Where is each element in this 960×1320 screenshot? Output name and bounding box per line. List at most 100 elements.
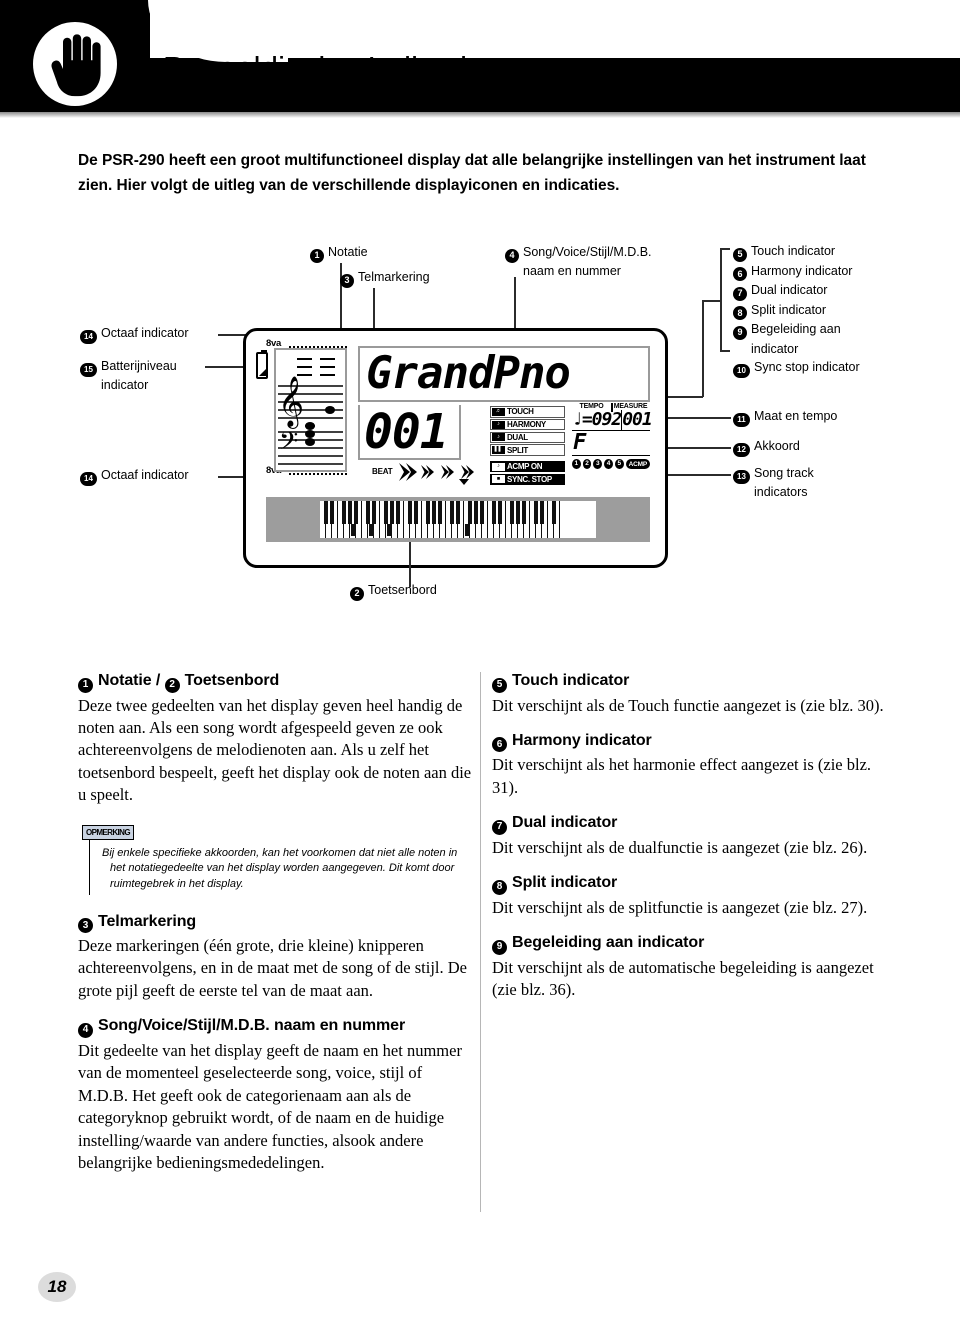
black-key [474,501,478,524]
black-key [468,501,472,524]
bracket-bottom-5-10 [720,350,730,352]
voice-number-text: 001 [364,404,449,460]
black-key [366,501,370,524]
section-harmony-indicator: 6 Harmony indicator Dit verschijnt als he… [492,732,887,799]
black-key [552,501,556,524]
hand-icon-circle [33,22,117,106]
callout-akkoord: 12 Akkoord [733,438,800,457]
section-dual-indicator: 7 Dual indicator Dit verschijnt als de du… [492,814,887,859]
black-key [396,501,400,524]
leader-elbow-h1 [702,300,721,302]
section-number-3: 3 [78,918,93,934]
sync-stop-indicator: ■ SYNC. STOP [490,473,565,486]
section-body: Dit verschijnt als het harmonie effect a… [492,755,872,797]
section-heading: 6 Harmony indicator [492,732,887,753]
section-telmarkering: 3 Telmarkering Deze markeringen (één grot… [78,913,473,1003]
section-body: Dit verschijnt als de dualfunctie is aan… [492,837,868,857]
right-text-column: 5 Touch indicator Dit verschijnt als de T… [492,672,887,1017]
beat-position-marker-icon [459,479,469,485]
dual-indicator: ♪ DUAL [490,431,565,444]
touch-indicator: ♬ TOUCH [490,406,565,418]
callout-number-13: 13 [733,470,750,484]
black-key [432,501,436,524]
list-item: 7 Dual indicator [733,281,860,301]
callout-octaaf-top: 14 Octaaf indicator [80,325,189,344]
callout-number-1: 1 [310,248,324,263]
leader-line-toetsenbord [409,542,411,587]
beat-markers: BEAT [372,461,484,485]
black-key [540,501,544,524]
callout-right-list: 5 Touch indicator 6 Harmony indicator 7 Dua… [733,242,860,378]
intro-paragraph: De PSR-290 heeft een groot multifunction… [78,152,866,195]
callout-number-14-top: 14 [80,330,97,344]
beat-label: BEAT [372,467,393,476]
section-heading: 9 Begeleiding aan indicator [492,934,887,955]
tempo-value: ♩=092 [572,409,622,430]
black-key [438,501,442,524]
section-split-indicator: 8 Split indicator Dit verschijnt als de s… [492,874,887,919]
harmony-indicator-label: HARMONY [507,420,546,430]
note-callout: OPMERKING Bij enkele specifieke akkoorde… [82,822,473,895]
callout-number-7: 7 [733,286,747,301]
black-key [534,501,538,524]
note-body: Bij enkele specifieke akkoorden, kan het… [89,839,473,895]
measure-value: 001 [621,409,653,430]
keyboard-graphic [320,501,596,538]
pressed-key-marker [351,524,355,536]
callout-batterij: 15 Batterijniveau indicator [80,358,177,394]
dual-indicator-label: DUAL [507,432,528,442]
keyboard-area [266,497,650,542]
section-heading: 4 Song/Voice/Stijl/M.D.B. naam en nummer [78,1017,473,1038]
callout-number-6: 6 [733,267,747,281]
svg-text:𝄞: 𝄞 [278,376,304,429]
black-key [426,501,430,524]
display-diagram: 1 Notatie 3 Telmarkering 4 Song/Voice/Stijl… [0,230,960,625]
header-shadow-rule [0,112,960,118]
callout-song-track: 13 Song track indicators [733,465,814,501]
section-body: Dit verschijnt als de splitfunctie is aa… [492,897,868,917]
callout-number-14-bottom: 14 [80,472,97,486]
pressed-key-marker [465,524,469,536]
section-number-9: 9 [492,939,507,955]
list-item: 5 Touch indicator [733,242,860,262]
black-key [498,501,502,524]
black-key [390,501,394,524]
black-key [456,501,460,524]
tempo-measure-values: ♩=092 001 [572,409,653,431]
black-key [324,501,328,524]
list-item: indicator [751,341,799,356]
section-begeleiding-indicator: 9 Begeleiding aan indicator Dit verschijn… [492,934,887,1001]
acmp-on-indicator-label: ACMP ON [507,462,543,472]
touch-icon: ♬ [492,407,505,416]
track-indicator: 3 [593,459,603,469]
tempo-measure-block: TEMPO MEASURE ♩=092 001 F 1 2 3 4 5 ACMP [572,403,653,469]
black-key [522,501,526,524]
black-key [330,501,334,524]
black-key [372,501,376,524]
section-body: Deze markeringen (één grote, drie kleine… [78,936,467,1000]
section-body: Dit verschijnt als de Touch functie aang… [492,695,884,715]
list-item: 10 Sync stop indicator [733,358,860,378]
hand-icon [51,34,101,97]
section-song-voice-name: 4 Song/Voice/Stijl/M.D.B. naam en nummer … [78,1017,473,1174]
callout-toetsenbord: 2 Toetsenbord [350,582,437,601]
beat-arrow-small-icon [441,465,454,479]
section-heading: 3 Telmarkering [78,913,473,934]
callout-telmarkering: 3 Telmarkering [340,269,430,288]
track-indicator: 5 [614,459,624,469]
function-indicator-panel: ♬ TOUCH ♪ HARMONY ♪ DUAL ▌▌ SPLIT ♪ ACMP… [490,406,565,486]
black-key [516,501,520,524]
section-number-2: 2 [164,677,180,693]
section-body: Dit verschijnt als de automatische begel… [492,957,874,1000]
callout-number-15: 15 [80,363,97,377]
section-heading: 1 Notatie / 2 Toetsenbord [78,672,473,693]
black-key [348,501,352,524]
callout-number-5: 5 [733,247,747,262]
section-heading: 8 Split indicator [492,874,887,895]
section-number-7: 7 [492,819,507,835]
black-key [414,501,418,524]
callout-number-9: 9 [733,325,747,340]
svg-text:𝄢: 𝄢 [279,427,298,462]
section-number-5: 5 [492,677,507,693]
leader-elbow-v [702,300,704,397]
